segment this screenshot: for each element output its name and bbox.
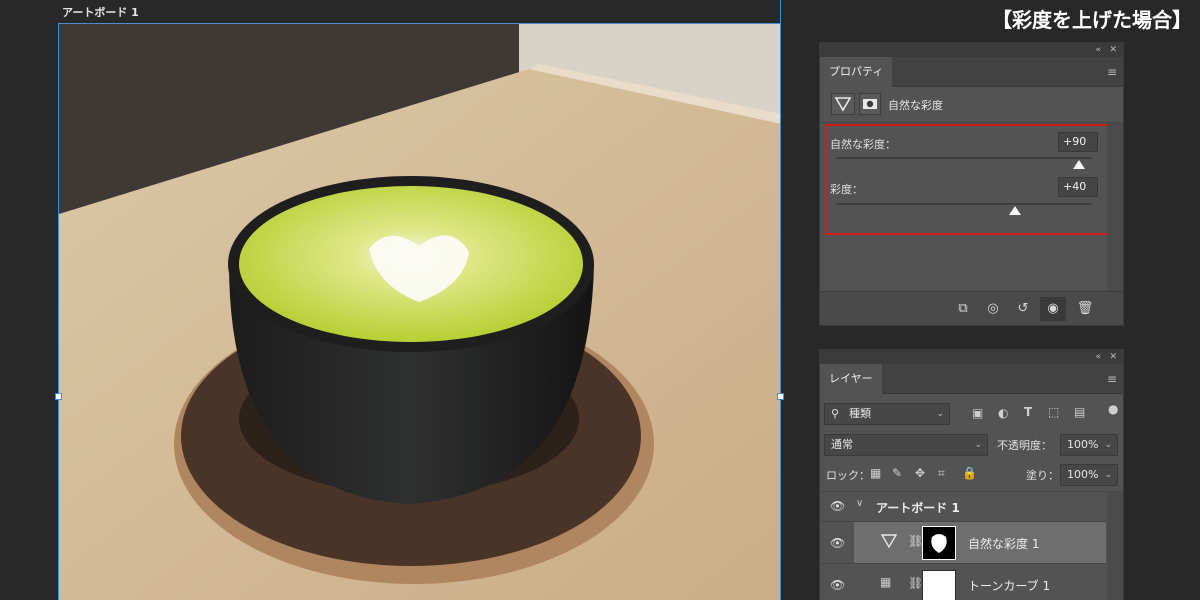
opacity-label: 不透明度： (997, 439, 1052, 452)
fill-input[interactable]: 100% ⌄ (1060, 464, 1118, 486)
layer-row-artboard[interactable]: 👁 ∨ アートボード 1 (820, 491, 1106, 521)
artboard-canvas[interactable] (58, 23, 781, 600)
pixel-filter-icon[interactable]: ▣ (972, 406, 983, 420)
eye-icon[interactable]: 👁 (830, 499, 845, 513)
artboard-handle-right[interactable] (777, 393, 784, 400)
panel-menu-icon[interactable]: ≡ (1107, 372, 1117, 386)
layer-name: アートボード 1 (876, 501, 960, 515)
vibrance-layer-icon (880, 532, 898, 554)
panel-menu-icon[interactable]: ≡ (1107, 65, 1117, 79)
collapse-icon[interactable]: « (1095, 43, 1101, 57)
eye-icon[interactable]: 👁 (830, 578, 845, 592)
visibility-icon[interactable]: ◉ (1040, 297, 1066, 321)
layer-name: 自然な彩度 1 (968, 537, 1040, 551)
close-icon[interactable]: ✕ (1109, 43, 1117, 57)
matcha-latte-photo (59, 24, 780, 600)
properties-footer: ⧉ ◎ ↺ ◉ 🗑 (820, 291, 1123, 325)
opacity-value: 100% (1067, 438, 1099, 451)
vibrance-adjustment-icon[interactable] (831, 93, 855, 115)
layer-row-vibrance[interactable]: 👁 ⛓ 自然な彩度 1 (820, 521, 1106, 564)
chevron-down-icon: ⌄ (1104, 440, 1112, 450)
blend-mode-value: 通常 (831, 438, 853, 451)
search-icon: ⚲ (831, 407, 840, 420)
adjustment-filter-icon[interactable]: ◐ (998, 406, 1008, 420)
collapse-icon[interactable]: « (1095, 350, 1101, 364)
properties-panel: « ✕ プロパティ ≡ 自然な彩度 自然な彩度： +90 彩度： +40 ⧉ ◎… (819, 42, 1124, 326)
layer-row-curves[interactable]: 👁 ▦ ⛓ トーンカーブ 1 (820, 563, 1106, 600)
chevron-down-icon: ⌄ (936, 409, 944, 419)
lock-position-icon[interactable]: ✥ (915, 466, 925, 480)
vibrance-value-input[interactable]: +90 (1058, 132, 1098, 152)
saturation-label: 彩度： (830, 183, 863, 196)
filter-label: 種類 (849, 407, 871, 420)
vibrance-label: 自然な彩度： (830, 138, 896, 151)
saturation-value-input[interactable]: +40 (1058, 177, 1098, 197)
reset-icon[interactable]: ↺ (1010, 297, 1036, 321)
fill-label: 塗り： (1026, 469, 1059, 482)
properties-panel-titlebar: « ✕ (820, 43, 1123, 57)
layers-tabbar: レイヤー ≡ (820, 364, 1123, 394)
layer-filter-select[interactable]: ⚲ 種類 ⌄ (824, 403, 950, 425)
link-icon[interactable]: ⛓ (908, 534, 923, 548)
layers-panel: « ✕ レイヤー ≡ ⚲ 種類 ⌄ ▣ ◐ T ⬚ ▤ ● 通常 ⌄ 不透明度：… (819, 349, 1124, 600)
saturation-slider-track[interactable] (836, 203, 1092, 205)
layer-name: トーンカーブ 1 (968, 579, 1051, 593)
chevron-down-icon: ⌄ (1104, 470, 1112, 480)
tab-properties[interactable]: プロパティ (820, 57, 893, 87)
eye-icon[interactable]: 👁 (830, 536, 845, 550)
lock-image-icon[interactable]: ✎ (892, 466, 902, 480)
lock-label: ロック： (826, 469, 870, 482)
mask-icon[interactable] (859, 93, 881, 115)
artboard-guide (780, 0, 781, 23)
lock-artboard-icon[interactable]: ⌗ (938, 466, 945, 481)
curves-layer-icon: ▦ (880, 575, 892, 589)
properties-tabbar: プロパティ ≡ (820, 57, 1123, 87)
link-icon[interactable]: ⛓ (908, 576, 923, 590)
adjustment-title: 自然な彩度 (888, 99, 943, 112)
lock-all-icon[interactable]: 🔒 (962, 466, 977, 480)
properties-scrollbar[interactable] (1107, 123, 1123, 291)
type-filter-icon[interactable]: T (1024, 405, 1032, 419)
filter-toggle-icon[interactable]: ● (1108, 402, 1118, 416)
saturation-slider-thumb[interactable] (1009, 206, 1022, 215)
artboard-handle-left[interactable] (55, 393, 62, 400)
vibrance-slider-track[interactable] (836, 157, 1092, 159)
close-icon[interactable]: ✕ (1109, 350, 1117, 364)
lock-transparent-icon[interactable]: ▦ (870, 466, 881, 480)
artboard-label: アートボード 1 (62, 6, 139, 19)
layer-mask-thumbnail[interactable] (922, 526, 956, 560)
layer-mask-thumbnail[interactable] (922, 570, 956, 600)
view-previous-icon[interactable]: ◎ (980, 297, 1006, 321)
fill-value: 100% (1067, 468, 1099, 481)
clip-to-layer-icon[interactable]: ⧉ (950, 297, 976, 321)
blend-mode-select[interactable]: 通常 ⌄ (824, 434, 988, 456)
opacity-input[interactable]: 100% ⌄ (1060, 434, 1118, 456)
case-heading: 【彩度を上げた場合】 (992, 8, 1192, 32)
properties-header: 自然な彩度 (820, 87, 1123, 123)
layers-scrollbar[interactable] (1107, 491, 1123, 600)
tab-layers[interactable]: レイヤー (820, 364, 882, 394)
smart-object-filter-icon[interactable]: ▤ (1074, 405, 1085, 419)
shape-filter-icon[interactable]: ⬚ (1048, 405, 1059, 419)
vibrance-slider-thumb[interactable] (1073, 160, 1086, 169)
chevron-down-icon: ⌄ (974, 440, 982, 450)
chevron-down-icon[interactable]: ∨ (856, 498, 863, 509)
trash-icon[interactable]: 🗑 (1072, 297, 1098, 321)
layers-panel-titlebar: « ✕ (820, 350, 1123, 364)
